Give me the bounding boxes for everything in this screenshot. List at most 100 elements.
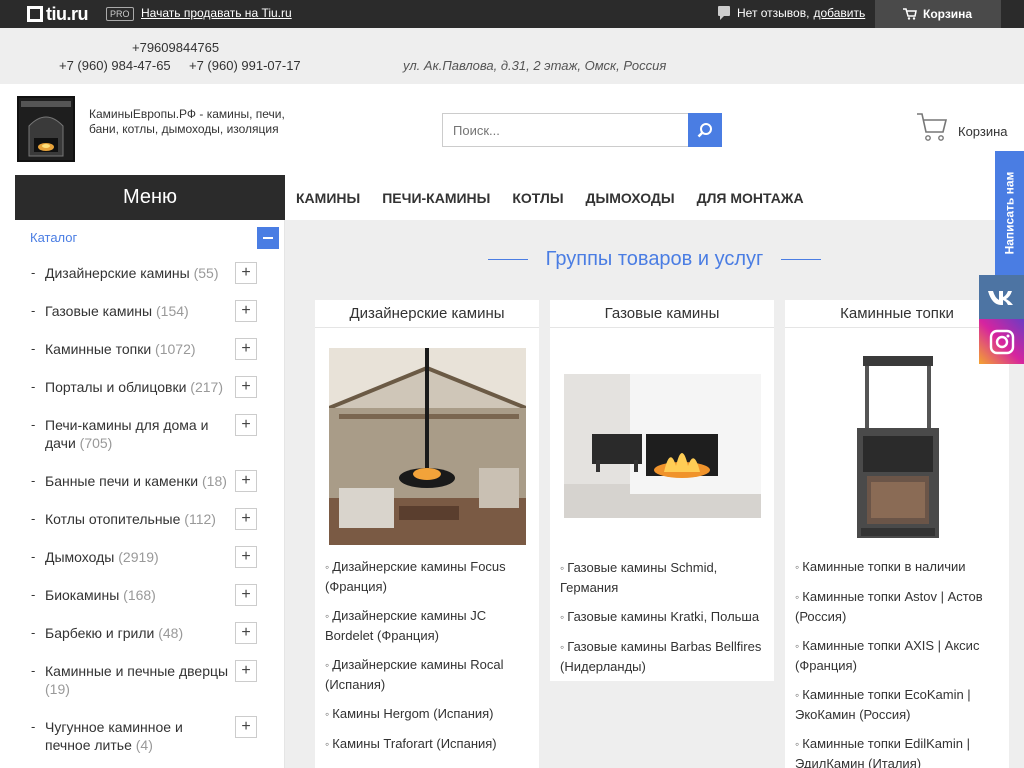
reviews-widget: Нет отзывов, добавить [718,6,865,20]
menu-item-text: Порталы и облицовки (217) [45,378,230,396]
vk-button[interactable] [979,275,1024,319]
card-link[interactable]: Камины Traforart (Испания) [325,734,529,754]
firebox-image[interactable] [798,348,996,545]
contacts-strip: +79609844765 +7 (960) 984-47-65 +7 (960)… [0,28,1024,84]
menu-item-count: (112) [184,511,216,527]
site-logo[interactable] [17,96,75,162]
bullet-dash: - [31,303,36,318]
bullet-dash: - [31,379,36,394]
menu-item-text: Каминные и печные дверцы (19) [45,662,230,698]
expand-plus-icon[interactable]: + [235,300,257,322]
nav-fireplaces[interactable]: КАМИНЫ [296,190,360,206]
expand-plus-icon[interactable]: + [235,338,257,360]
expand-plus-icon[interactable]: + [235,584,257,606]
search-input[interactable] [442,113,689,147]
card-title[interactable]: Каминные топки [785,300,1009,328]
designer-fireplace-image[interactable] [328,348,526,545]
phone-2[interactable]: +7 (960) 984-47-65 [59,58,171,73]
expand-plus-icon[interactable]: + [235,414,257,436]
menu-item-label: Каминные топки [45,341,152,357]
reviews-text: Нет отзывов, [737,6,810,20]
nav-chimneys[interactable]: ДЫМОХОДЫ [586,190,675,206]
nav-installation[interactable]: ДЛЯ МОНТАЖА [697,190,804,206]
menu-item-label: Печи-камины для дома и дачи [45,417,209,451]
menu-item-label: Биокамины [45,587,120,603]
address: ул. Ак.Павлова, д.31, 2 этаж, Омск, Росс… [403,58,667,73]
menu-item-text: Биокамины (168) [45,586,230,604]
menu-item-text: Банные печи и каменки (18) [45,472,230,490]
main-nav: КАМИНЫ ПЕЧИ-КАМИНЫ КОТЛЫ ДЫМОХОДЫ ДЛЯ МО… [285,175,1024,220]
expand-plus-icon[interactable]: + [235,660,257,682]
groups-title-text: Группы товаров и услуг [545,248,764,270]
write-us-label: Написать нам [1002,171,1017,255]
bullet-dash: - [31,511,36,526]
bullet-dash: - [31,265,36,280]
start-selling-link[interactable]: Начать продавать на Tiu.ru [141,6,292,20]
menu-item-label: Котлы отопительные [45,511,181,527]
phone-3[interactable]: +7 (960) 991-07-17 [189,58,301,73]
card-link[interactable]: Каминные топки EcoKamin | ЭкоКамин (Росс… [795,685,999,724]
expand-plus-icon[interactable]: + [235,376,257,398]
menu-item-text: Котлы отопительные (112) [45,510,230,528]
menu-item-count: (48) [158,625,184,641]
top-cart-button[interactable]: Корзина [875,0,1001,28]
bullet-dash: - [31,341,36,356]
nav-boilers[interactable]: КОТЛЫ [512,190,563,206]
card-link[interactable]: Дизайнерские камины JC Bordelet (Франция… [325,606,529,645]
menu-item-count: (1072) [155,341,196,357]
catalog-title[interactable]: Каталог [30,230,77,245]
bullet-dash: - [31,417,36,432]
card-links: Каминные топки в наличии Каминные топки … [785,557,1009,768]
write-us-button[interactable]: Написать нам [995,151,1024,275]
gas-fireplace-image[interactable] [563,374,761,518]
bullet-dash: - [31,625,36,640]
expand-plus-icon[interactable]: + [235,470,257,492]
search-icon [697,123,712,138]
card-title[interactable]: Газовые камины [550,300,774,328]
card-title[interactable]: Дизайнерские камины [315,300,539,328]
menu-item-text: Печи-камины для дома и дачи (705) [45,416,230,452]
catalog-menu: Каталог - Дизайнерские камины (55) + - Г… [15,220,285,768]
bullet-dash: - [31,549,36,564]
header-cart[interactable]: Корзина [916,112,1008,142]
divider-line [781,259,822,261]
main-content: Группы товаров и услуг Дизайнерские ками… [285,220,1024,768]
bullet-dash: - [31,719,36,734]
expand-plus-icon[interactable]: + [235,508,257,530]
bullet-dash: - [31,663,36,678]
menu-item-text: Дизайнерские камины (55) [45,264,230,282]
card-link[interactable]: Дизайнерские камины Focus (Франция) [325,557,529,596]
card-link[interactable]: Каминные топки EdilKamin | ЭдилКамин (Ит… [795,734,999,768]
menu-item-label: Каминные и печные дверцы [45,663,229,679]
menu-item-label: Барбекю и грили [45,625,155,641]
tiu-logo[interactable]: tiu.ru [27,4,89,24]
card-link[interactable]: Газовые камины Schmid, Германия [560,558,764,597]
expand-plus-icon[interactable]: + [235,716,257,738]
expand-plus-icon[interactable]: + [235,622,257,644]
bullet-dash: - [31,473,36,488]
menu-item-count: (19) [45,681,70,697]
phone-1[interactable]: +79609844765 [132,40,219,55]
card-link[interactable]: Каминные топки в наличии [795,557,999,577]
menu-item-label: Банные печи и каменки [45,473,199,489]
menu-header: Меню [15,175,285,220]
card-link[interactable]: Каминные топки AXIS | Аксис (Франция) [795,636,999,675]
nav-stove-fireplaces[interactable]: ПЕЧИ-КАМИНЫ [382,190,490,206]
catalog-collapse-button[interactable] [257,227,279,249]
cart-icon [917,113,948,141]
instagram-button[interactable] [979,319,1024,364]
product-group-card: Газовые камины Газовые камины Schmid, Ге… [550,300,774,681]
menu-item-label: Дымоходы [45,549,115,565]
menu-item-count: (2919) [118,549,159,565]
card-link[interactable]: Каминные топки Astov | Астов (Россия) [795,587,999,626]
card-link[interactable]: Дизайнерские камины Rocal (Испания) [325,655,529,694]
expand-plus-icon[interactable]: + [235,262,257,284]
expand-plus-icon[interactable]: + [235,546,257,568]
search-button[interactable] [688,113,722,147]
comment-icon [718,6,730,20]
card-link[interactable]: Газовые камины Kratki, Польша [560,607,764,627]
card-link[interactable]: Газовые камины Barbas Bellfires (Нидерла… [560,637,764,676]
bullet-dash: - [31,587,36,602]
card-link[interactable]: Камины Hergom (Испания) [325,704,529,724]
add-review-link[interactable]: добавить [813,6,865,20]
